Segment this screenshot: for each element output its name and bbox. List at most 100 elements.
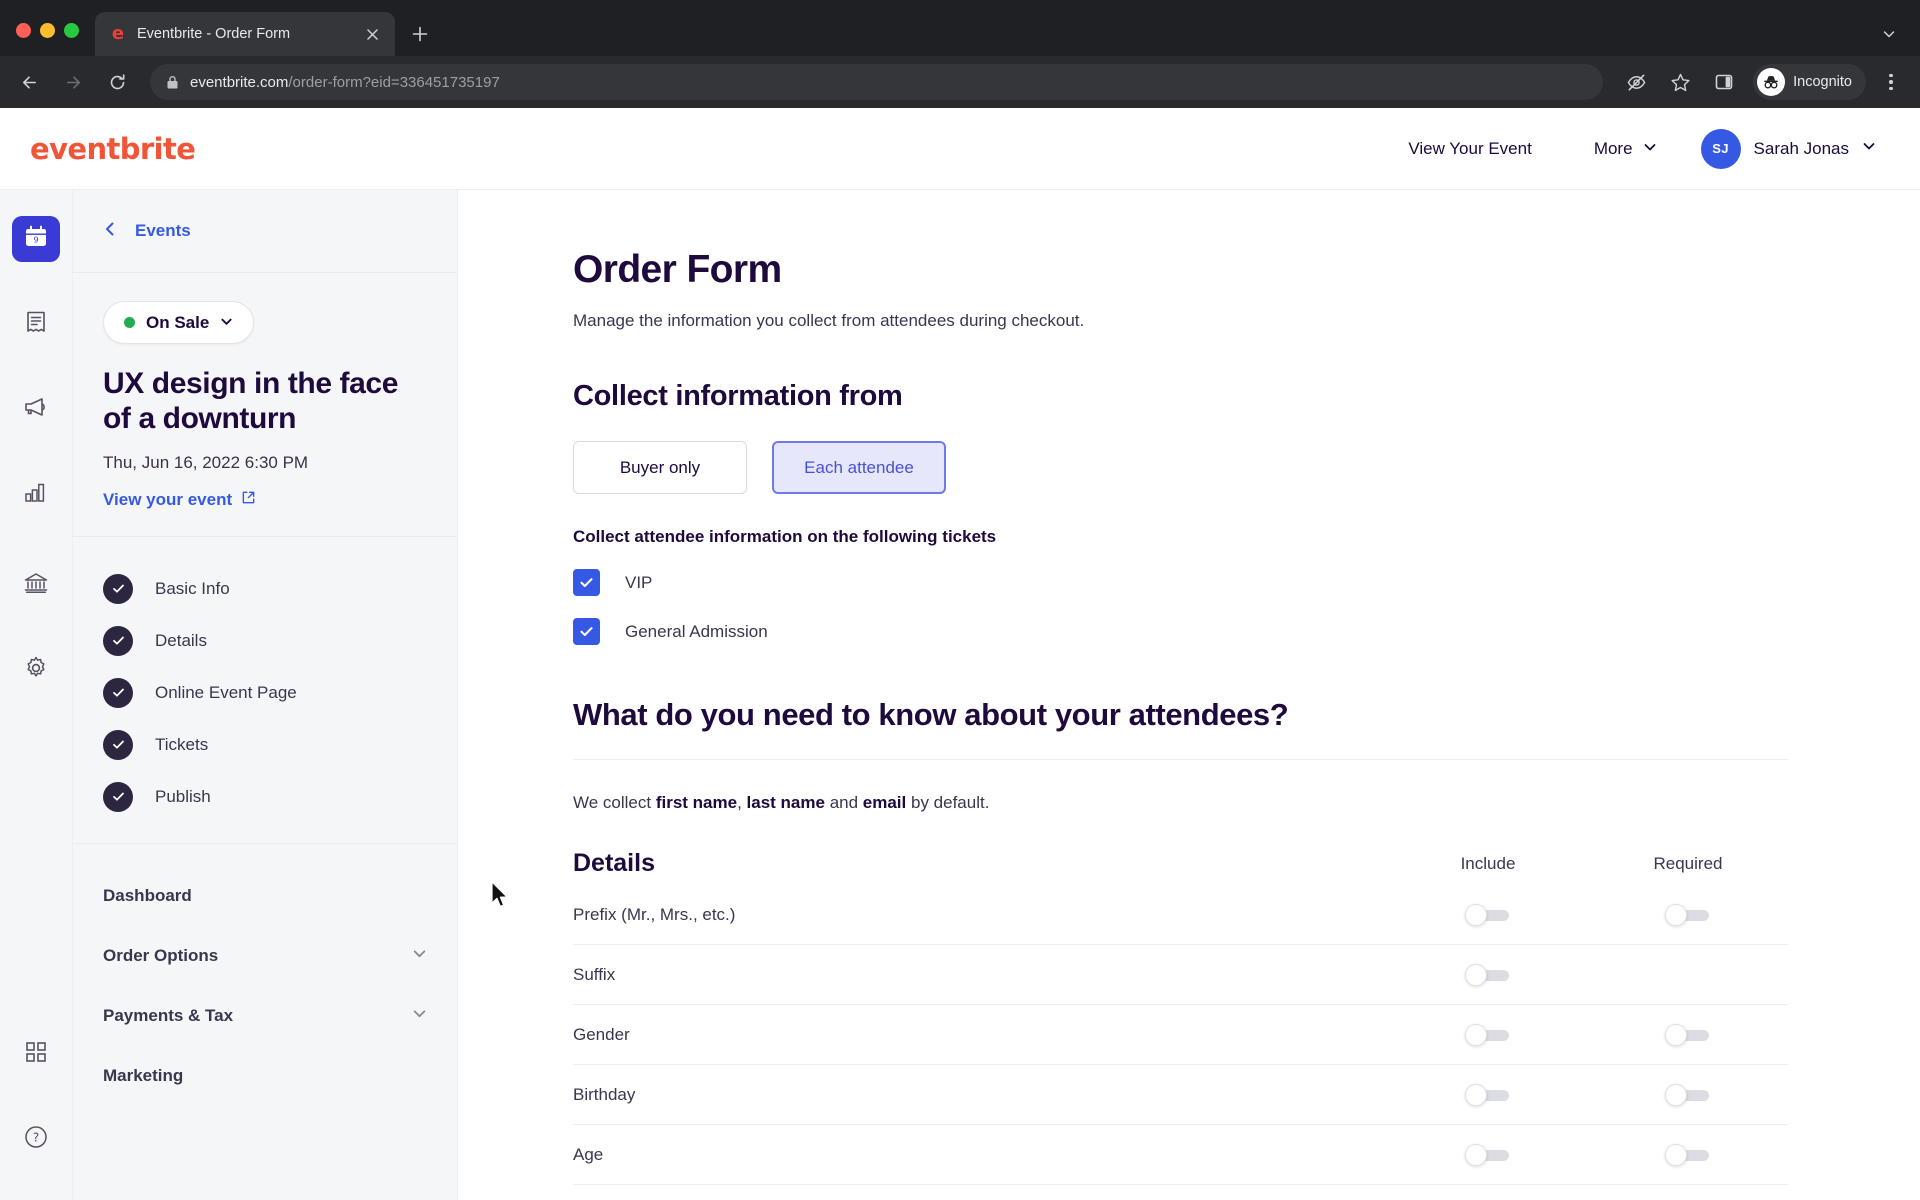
required-toggle[interactable] [1665, 1083, 1711, 1107]
rail-item-settings[interactable] [12, 647, 60, 693]
rail-item-marketing[interactable] [12, 386, 60, 432]
view-your-event-link[interactable]: View your event [103, 490, 256, 510]
reload-icon[interactable] [98, 63, 136, 101]
star-icon[interactable] [1661, 63, 1699, 101]
note-last-name: last name [746, 793, 825, 812]
back-label: Events [135, 221, 191, 240]
rail-item-apps[interactable] [12, 1031, 60, 1077]
ticket-checkbox-row[interactable]: VIP [573, 569, 1820, 596]
external-link-icon [241, 490, 256, 510]
chevron-down-icon [220, 313, 233, 333]
back-arrow-icon[interactable] [10, 63, 48, 101]
note-suffix: by default. [906, 793, 990, 812]
forward-arrow-icon[interactable] [54, 63, 92, 101]
check-icon [103, 573, 133, 604]
check-icon [103, 781, 133, 812]
include-toggle[interactable] [1465, 903, 1511, 927]
default-fields-note: We collect first name, last name and ema… [573, 793, 1820, 813]
check-icon [580, 578, 593, 588]
collect-information-heading: Collect information from [573, 380, 903, 412]
eventbrite-logo[interactable]: eventbrite [30, 132, 196, 166]
check-icon [103, 625, 133, 656]
side-panel-icon[interactable] [1705, 63, 1743, 101]
general-admission-checkbox[interactable] [573, 618, 600, 645]
minimize-window-button[interactable] [40, 23, 55, 38]
page-title: Order Form [573, 248, 782, 291]
url-text: eventbrite.com/order-form?eid=3364517351… [190, 74, 500, 91]
vip-checkbox[interactable] [573, 569, 600, 596]
sidebar-item-basic-info[interactable]: Basic Info [73, 563, 457, 615]
rail-item-finance[interactable] [12, 562, 60, 608]
sidebar-item-label: Order Options [103, 945, 219, 965]
section-divider [573, 759, 1788, 760]
collect-from-segmented-control: Buyer only Each attendee [573, 441, 1820, 494]
sidebar-item-online-event-page[interactable]: Online Event Page [73, 667, 457, 719]
table-row: Gender [573, 1005, 1788, 1065]
include-toggle[interactable] [1465, 963, 1511, 987]
rail-item-reports[interactable] [12, 471, 60, 517]
rail-item-orders[interactable] [12, 301, 60, 347]
status-badge[interactable]: On Sale [103, 301, 255, 344]
note-prefix: We collect [573, 793, 656, 812]
include-cell [1388, 963, 1588, 987]
calendar-icon: 9 [23, 224, 49, 255]
sidebar-item-tickets[interactable]: Tickets [73, 719, 457, 771]
sidebar-item-label: Publish [155, 786, 211, 806]
page-body: 9 ? Events On Sale UX design in the face… [0, 190, 1920, 1200]
back-to-events-link[interactable]: Events [73, 190, 457, 273]
eye-slash-icon[interactable] [1617, 63, 1655, 101]
view-your-event-link[interactable]: View Your Event [1408, 139, 1532, 159]
window-traffic-lights [16, 23, 79, 56]
check-icon [103, 729, 133, 760]
close-window-button[interactable] [16, 23, 31, 38]
view-event-label: View your event [103, 489, 233, 509]
apps-grid-icon [24, 1040, 48, 1069]
table-row: Prefix (Mr., Mrs., etc.) [573, 885, 1788, 945]
event-title: UX design in the face of a downturn [103, 367, 398, 436]
column-header-details: Details [573, 849, 655, 877]
new-tab-button[interactable] [403, 17, 437, 51]
tab-search-chevron-down-icon[interactable] [1872, 17, 1906, 51]
rail-item-events[interactable]: 9 [12, 216, 60, 262]
close-icon[interactable] [361, 23, 383, 45]
url-path: /order-form?eid=336451735197 [288, 73, 500, 91]
include-toggle[interactable] [1465, 1143, 1511, 1167]
include-toggle[interactable] [1465, 1023, 1511, 1047]
tab-strip: e Eventbrite - Order Form [0, 0, 1920, 56]
sidebar-item-marketing[interactable]: Marketing [73, 1046, 457, 1106]
address-bar[interactable]: eventbrite.com/order-form?eid=3364517351… [150, 64, 1604, 100]
required-toggle[interactable] [1665, 1023, 1711, 1047]
note-email: email [862, 793, 907, 812]
incognito-indicator[interactable]: Incognito [1753, 64, 1866, 100]
vip-label: VIP [625, 572, 653, 592]
chevron-down-icon [1862, 139, 1876, 158]
buyer-only-option[interactable]: Buyer only [573, 441, 747, 494]
sidebar-item-label: Payments & Tax [103, 1005, 234, 1025]
sidebar-item-payments-tax[interactable]: Payments & Tax [73, 986, 457, 1046]
ticket-checkbox-row[interactable]: General Admission [573, 618, 1820, 645]
required-toggle[interactable] [1665, 1143, 1711, 1167]
sidebar-item-publish[interactable]: Publish [73, 771, 457, 823]
three-dot-menu-icon[interactable] [1874, 65, 1908, 99]
include-cell [1388, 1083, 1588, 1107]
required-cell [1588, 1023, 1788, 1047]
sidebar-item-dashboard[interactable]: Dashboard [73, 866, 457, 926]
main-inner: Order Form Manage the information you co… [458, 248, 1878, 1200]
more-menu[interactable]: More [1594, 139, 1657, 159]
browser-toolbar: eventbrite.com/order-form?eid=3364517351… [0, 56, 1920, 108]
required-toggle[interactable] [1665, 903, 1711, 927]
incognito-label: Incognito [1793, 74, 1852, 90]
sidebar-item-details[interactable]: Details [73, 615, 457, 667]
rail-item-help[interactable]: ? [12, 1116, 60, 1162]
required-cell [1588, 903, 1788, 927]
include-toggle[interactable] [1465, 1083, 1511, 1107]
each-attendee-option[interactable]: Each attendee [772, 441, 946, 494]
browser-tab[interactable]: e Eventbrite - Order Form [95, 12, 395, 56]
field-label: Gender [573, 1024, 630, 1044]
sidebar-item-label: Marketing [103, 1065, 184, 1085]
sidebar-item-order-options[interactable]: Order Options [73, 926, 457, 986]
maximize-window-button[interactable] [64, 23, 79, 38]
main-content: Order Form Manage the information you co… [458, 190, 1920, 1200]
receipt-icon [23, 309, 49, 340]
user-menu[interactable]: SJ Sarah Jonas [1700, 128, 1876, 169]
